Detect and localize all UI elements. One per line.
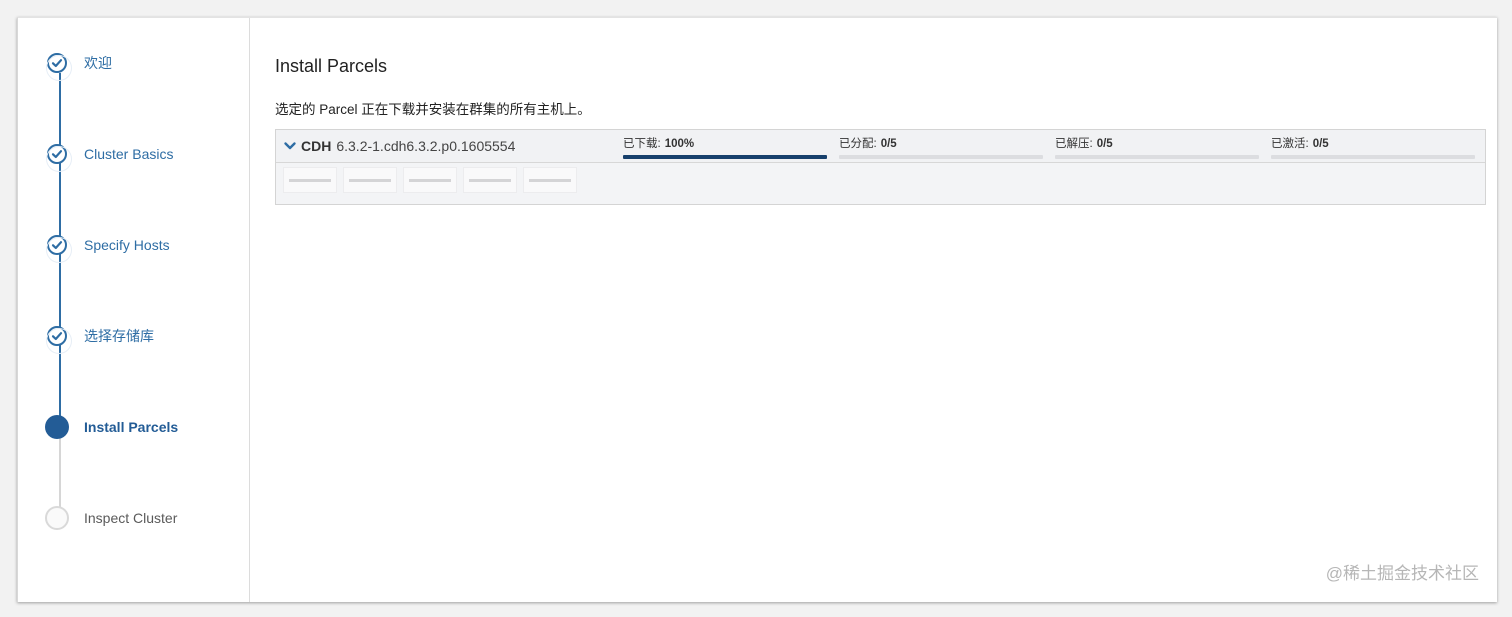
check-circle-icon: [47, 326, 67, 346]
parcel-name: CDH: [301, 138, 332, 154]
stage-distributed: 已分配: 0/5: [839, 137, 1043, 159]
step-label: Cluster Basics: [84, 146, 174, 162]
step-label: 选择存储库: [84, 328, 154, 344]
step-label: Inspect Cluster: [84, 510, 178, 526]
host-placeholder: [283, 167, 337, 193]
parcel-row: CDH 6.3.2-1.cdh6.3.2.p0.1605554 已下载: 100%…: [276, 130, 1485, 163]
parcel-expand-toggle[interactable]: CDH 6.3.2-1.cdh6.3.2.p0.1605554: [283, 138, 515, 154]
step-install-parcels[interactable]: Install Parcels: [45, 414, 179, 440]
check-circle-icon: [47, 53, 67, 73]
stage-value: 0/5: [880, 138, 897, 150]
progress-fill: [623, 155, 827, 159]
host-placeholder: [463, 167, 517, 193]
empty-circle-icon: [45, 506, 69, 530]
stage-value: 100%: [664, 138, 695, 150]
stage-label: 已解压:: [1055, 138, 1093, 150]
host-placeholder: [523, 167, 577, 193]
step-select-repository[interactable]: 选择存储库: [47, 323, 154, 349]
step-inspect-cluster[interactable]: Inspect Cluster: [45, 505, 178, 531]
wizard-window: 欢迎 Cluster Basics Specify Hosts 选择存储库 In…: [17, 17, 1497, 602]
progress-track: [623, 155, 827, 159]
step-cluster-basics[interactable]: Cluster Basics: [47, 141, 173, 167]
progress-track: [1055, 155, 1259, 159]
step-welcome[interactable]: 欢迎: [47, 50, 112, 76]
check-circle-icon: [47, 144, 67, 164]
chevron-down-icon: [284, 142, 296, 150]
stage-value: 0/5: [1096, 138, 1113, 150]
stepper-rail-pending: [59, 438, 61, 508]
step-specify-hosts[interactable]: Specify Hosts: [47, 232, 170, 258]
parcel-version: 6.3.2-1.cdh6.3.2.p0.1605554: [336, 138, 516, 154]
host-placeholder: [343, 167, 397, 193]
stage-activated: 已激活: 0/5: [1271, 137, 1475, 159]
page-title: Install Parcels: [275, 56, 388, 76]
main-content: Install Parcels 选定的 Parcel 正在下载并安装在群集的所有…: [250, 18, 1497, 602]
stage-downloaded: 已下载: 100%: [623, 137, 827, 159]
page-description: 选定的 Parcel 正在下载并安装在群集的所有主机上。: [275, 102, 591, 117]
stage-value: 0/5: [1312, 138, 1329, 150]
host-placeholder: [403, 167, 457, 193]
watermark: @稀土掘金技术社区: [1325, 564, 1479, 583]
progress-track: [839, 155, 1043, 159]
step-label: Install Parcels: [84, 419, 179, 435]
step-label: 欢迎: [84, 55, 112, 71]
stage-unpacked: 已解压: 0/5: [1055, 137, 1259, 159]
wizard-stepper: 欢迎 Cluster Basics Specify Hosts 选择存储库 In…: [18, 18, 250, 602]
stage-label: 已激活:: [1271, 138, 1309, 150]
step-label: Specify Hosts: [84, 237, 170, 253]
filled-circle-icon: [45, 415, 69, 439]
parcel-panel: CDH 6.3.2-1.cdh6.3.2.p0.1605554 已下载: 100%…: [275, 129, 1486, 205]
stage-label: 已下载:: [623, 138, 661, 150]
host-status-row: [283, 167, 583, 195]
check-circle-icon: [47, 235, 67, 255]
stage-label: 已分配:: [839, 138, 877, 150]
progress-track: [1271, 155, 1475, 159]
